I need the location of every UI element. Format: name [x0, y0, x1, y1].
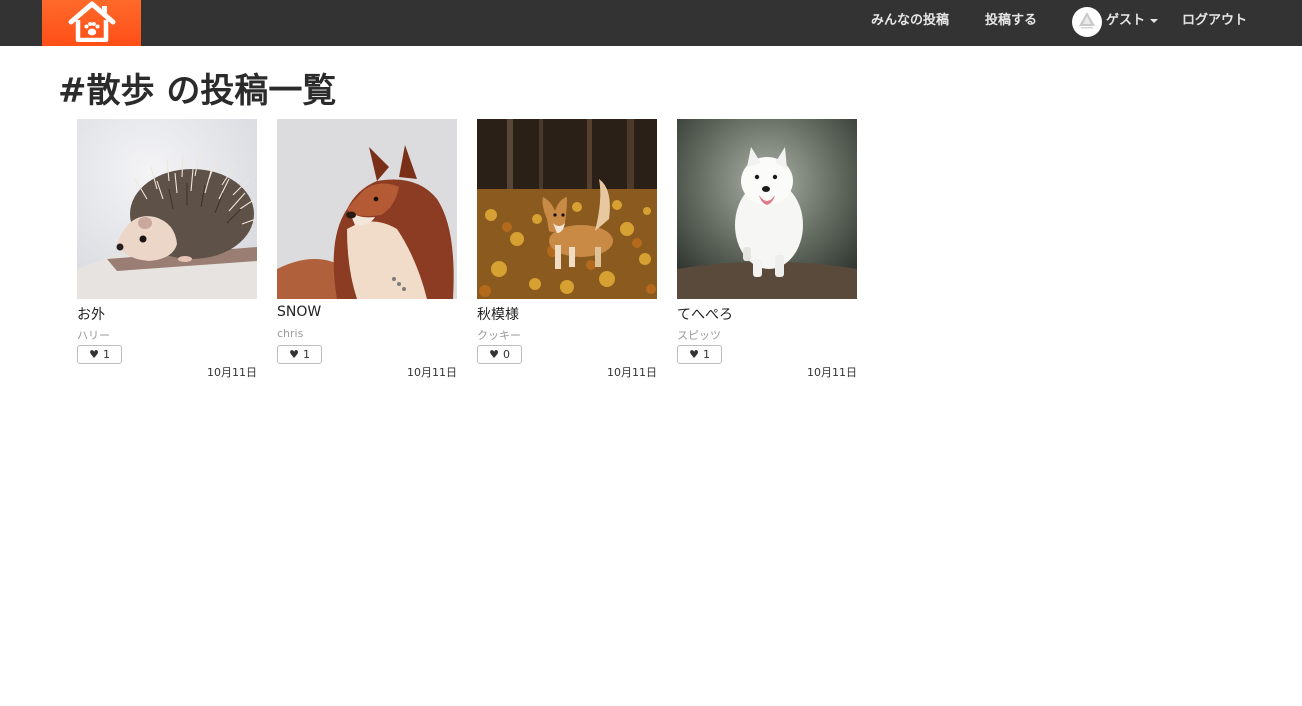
like-count: 0: [502, 348, 510, 361]
like-count: 1: [702, 348, 710, 361]
like-button[interactable]: ♥ 1: [77, 345, 122, 364]
post-image[interactable]: [277, 119, 457, 299]
user-menu-dropdown[interactable]: ゲスト: [1106, 0, 1159, 46]
post-title[interactable]: お外: [77, 304, 105, 324]
avatar[interactable]: [1072, 7, 1102, 37]
post-author[interactable]: chris: [277, 327, 303, 340]
like-count: 1: [302, 348, 310, 361]
page-title: #散歩 の投稿一覧: [58, 71, 337, 111]
heart-icon: ♥: [289, 348, 299, 361]
post-title[interactable]: SNOW: [277, 304, 321, 320]
heart-icon: ♥: [489, 348, 499, 361]
nav-all-posts-link[interactable]: みんなの投稿: [871, 0, 949, 46]
post-author[interactable]: クッキー: [477, 327, 521, 343]
post-card: お外 ハリー ♥ 1 10月11日: [77, 119, 257, 381]
logout-link[interactable]: ログアウト: [1182, 0, 1247, 46]
post-title[interactable]: 秋模様: [477, 304, 519, 324]
post-image[interactable]: [677, 119, 857, 299]
navbar: みんなの投稿 投稿する ゲスト ログアウト: [0, 0, 1302, 46]
heart-icon: ♥: [89, 348, 99, 361]
post-author[interactable]: ハリー: [77, 327, 110, 343]
home-logo[interactable]: [42, 0, 141, 46]
user-name: ゲスト: [1106, 13, 1146, 28]
post-author[interactable]: スピッツ: [677, 327, 721, 343]
post-date: 10月11日: [807, 366, 857, 379]
post-date: 10月11日: [607, 366, 657, 379]
post-date: 10月11日: [407, 366, 457, 379]
post-card: てへぺろ スピッツ ♥ 1 10月11日: [677, 119, 857, 381]
post-card: SNOW chris ♥ 1 10月11日: [277, 119, 457, 381]
post-date: 10月11日: [207, 366, 257, 379]
post-image[interactable]: [77, 119, 257, 299]
nav-post-link[interactable]: 投稿する: [985, 0, 1037, 46]
heart-icon: ♥: [689, 348, 699, 361]
house-paw-icon: [67, 0, 117, 46]
post-card: 秋模様 クッキー ♥ 0 10月11日: [477, 119, 657, 381]
like-button[interactable]: ♥ 0: [477, 345, 522, 364]
post-title[interactable]: てへぺろ: [677, 304, 733, 324]
like-count: 1: [102, 348, 110, 361]
like-button[interactable]: ♥ 1: [677, 345, 722, 364]
user-avatar-icon: [1076, 9, 1098, 35]
like-button[interactable]: ♥ 1: [277, 345, 322, 364]
caret-down-icon: [1150, 18, 1159, 23]
post-image[interactable]: [477, 119, 657, 299]
